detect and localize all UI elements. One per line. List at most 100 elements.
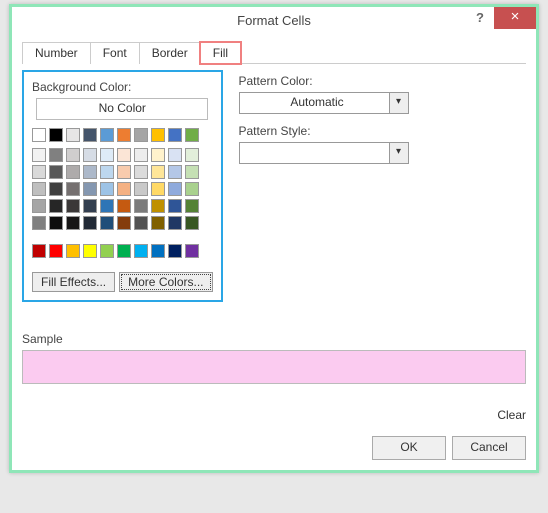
color-swatch[interactable] bbox=[66, 244, 80, 258]
color-swatch[interactable] bbox=[134, 148, 148, 162]
sample-section: Sample bbox=[22, 332, 526, 384]
color-swatch[interactable] bbox=[66, 148, 80, 162]
color-swatch[interactable] bbox=[117, 148, 131, 162]
color-swatch[interactable] bbox=[185, 182, 199, 196]
color-swatch[interactable] bbox=[168, 128, 182, 142]
chevron-down-icon[interactable]: ▾ bbox=[390, 92, 409, 114]
color-swatch[interactable] bbox=[117, 128, 131, 142]
theme-accent-row bbox=[32, 128, 213, 142]
color-swatch[interactable] bbox=[100, 216, 114, 230]
color-swatch[interactable] bbox=[151, 165, 165, 179]
tab-border[interactable]: Border bbox=[139, 42, 201, 64]
color-swatch[interactable] bbox=[83, 128, 97, 142]
color-swatch[interactable] bbox=[185, 148, 199, 162]
color-swatch[interactable] bbox=[83, 182, 97, 196]
tab-fill[interactable]: Fill bbox=[200, 42, 241, 64]
color-swatch[interactable] bbox=[151, 244, 165, 258]
color-swatch[interactable] bbox=[100, 128, 114, 142]
color-swatch[interactable] bbox=[100, 148, 114, 162]
cancel-button[interactable]: Cancel bbox=[452, 436, 526, 460]
color-swatch[interactable] bbox=[100, 165, 114, 179]
close-button[interactable]: × bbox=[494, 7, 536, 29]
tab-number[interactable]: Number bbox=[22, 42, 91, 64]
color-swatch[interactable] bbox=[32, 199, 46, 213]
color-swatch[interactable] bbox=[32, 216, 46, 230]
color-swatch[interactable] bbox=[151, 182, 165, 196]
tab-font[interactable]: Font bbox=[90, 42, 140, 64]
background-color-label: Background Color: bbox=[32, 80, 213, 94]
color-swatch[interactable] bbox=[134, 216, 148, 230]
color-swatch[interactable] bbox=[66, 216, 80, 230]
sample-preview bbox=[22, 350, 526, 384]
color-swatch[interactable] bbox=[49, 244, 63, 258]
standard-color-row bbox=[32, 244, 213, 258]
theme-color-grid bbox=[32, 148, 213, 230]
color-swatch[interactable] bbox=[134, 165, 148, 179]
color-swatch[interactable] bbox=[83, 199, 97, 213]
color-swatch[interactable] bbox=[100, 244, 114, 258]
color-swatch[interactable] bbox=[66, 128, 80, 142]
color-swatch[interactable] bbox=[168, 244, 182, 258]
dialog-body: Number Font Border Fill Background Color… bbox=[12, 33, 536, 470]
color-swatch[interactable] bbox=[117, 165, 131, 179]
pattern-style-dropdown[interactable]: ▾ bbox=[239, 142, 409, 164]
color-swatch[interactable] bbox=[134, 244, 148, 258]
dialog-footer: OK Cancel bbox=[22, 436, 526, 460]
color-swatch[interactable] bbox=[83, 165, 97, 179]
color-swatch[interactable] bbox=[49, 216, 63, 230]
color-swatch[interactable] bbox=[117, 182, 131, 196]
color-swatch[interactable] bbox=[32, 165, 46, 179]
color-swatch[interactable] bbox=[66, 182, 80, 196]
color-swatch[interactable] bbox=[83, 216, 97, 230]
color-swatch[interactable] bbox=[49, 199, 63, 213]
color-swatch[interactable] bbox=[151, 148, 165, 162]
color-swatch[interactable] bbox=[151, 216, 165, 230]
color-swatch[interactable] bbox=[49, 165, 63, 179]
color-swatch[interactable] bbox=[168, 199, 182, 213]
color-swatch[interactable] bbox=[49, 128, 63, 142]
color-swatch[interactable] bbox=[134, 199, 148, 213]
clear-button[interactable]: Clear bbox=[497, 408, 526, 422]
color-swatch[interactable] bbox=[185, 128, 199, 142]
color-swatch[interactable] bbox=[151, 199, 165, 213]
color-swatch[interactable] bbox=[32, 148, 46, 162]
color-swatch[interactable] bbox=[185, 199, 199, 213]
color-swatch[interactable] bbox=[83, 148, 97, 162]
color-swatch[interactable] bbox=[100, 199, 114, 213]
chevron-down-icon[interactable]: ▾ bbox=[390, 142, 409, 164]
color-swatch[interactable] bbox=[32, 182, 46, 196]
no-color-button[interactable]: No Color bbox=[36, 98, 208, 120]
color-swatch[interactable] bbox=[32, 244, 46, 258]
color-swatch[interactable] bbox=[185, 244, 199, 258]
color-swatch[interactable] bbox=[185, 216, 199, 230]
pattern-section: Pattern Color: Automatic ▾ Pattern Style… bbox=[239, 74, 523, 298]
pattern-color-dropdown[interactable]: Automatic ▾ bbox=[239, 92, 409, 114]
fill-effects-button[interactable]: Fill Effects... bbox=[32, 272, 115, 292]
background-color-section: Background Color: No Color Fill Effects.… bbox=[26, 74, 219, 298]
color-swatch[interactable] bbox=[168, 148, 182, 162]
color-swatch[interactable] bbox=[100, 182, 114, 196]
color-swatch[interactable] bbox=[134, 128, 148, 142]
color-swatch[interactable] bbox=[49, 182, 63, 196]
color-swatch[interactable] bbox=[117, 216, 131, 230]
more-colors-button[interactable]: More Colors... bbox=[119, 272, 212, 292]
color-swatch[interactable] bbox=[49, 148, 63, 162]
titlebar: Format Cells ? × bbox=[12, 7, 536, 33]
color-swatch[interactable] bbox=[151, 128, 165, 142]
color-swatch[interactable] bbox=[66, 165, 80, 179]
color-swatch[interactable] bbox=[168, 182, 182, 196]
help-button[interactable]: ? bbox=[466, 7, 494, 29]
pattern-style-label: Pattern Style: bbox=[239, 124, 523, 138]
ok-button[interactable]: OK bbox=[372, 436, 446, 460]
color-swatch[interactable] bbox=[66, 199, 80, 213]
color-swatch[interactable] bbox=[134, 182, 148, 196]
color-swatch[interactable] bbox=[168, 165, 182, 179]
color-swatch[interactable] bbox=[117, 199, 131, 213]
pattern-color-value: Automatic bbox=[239, 92, 390, 114]
pattern-color-label: Pattern Color: bbox=[239, 74, 523, 88]
color-swatch[interactable] bbox=[185, 165, 199, 179]
color-swatch[interactable] bbox=[32, 128, 46, 142]
color-swatch[interactable] bbox=[83, 244, 97, 258]
color-swatch[interactable] bbox=[117, 244, 131, 258]
color-swatch[interactable] bbox=[168, 216, 182, 230]
